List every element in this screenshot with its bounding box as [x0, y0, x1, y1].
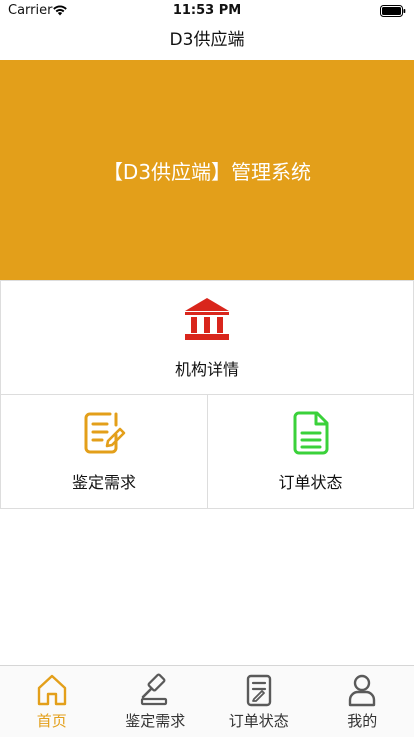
tab-appraisal[interactable]: 鉴定需求: [104, 666, 208, 737]
edit-note-icon: [82, 411, 126, 459]
tab-bar: 首页 鉴定需求 订单状态 我: [0, 665, 414, 737]
tab-order-status[interactable]: 订单状态: [207, 666, 311, 737]
user-icon: [345, 673, 379, 707]
appraisal-demand-button[interactable]: 鉴定需求: [0, 394, 208, 509]
status-bar: Carrier 11:53 PM: [0, 0, 414, 22]
tab-order-status-label: 订单状态: [229, 710, 289, 731]
tab-appraisal-label: 鉴定需求: [125, 710, 185, 731]
home-icon: [35, 673, 69, 707]
order-status-button[interactable]: 订单状态: [207, 394, 414, 509]
status-time: 11:53 PM: [0, 3, 414, 18]
nav-bar: D3供应端: [0, 22, 414, 60]
tab-mine[interactable]: 我的: [311, 666, 414, 737]
tab-home[interactable]: 首页: [0, 666, 104, 737]
document-icon: [289, 411, 333, 459]
institution-details-button[interactable]: 机构详情: [0, 280, 414, 395]
bank-icon: [184, 296, 230, 346]
tab-home-label: 首页: [37, 710, 67, 731]
institution-details-label: 机构详情: [175, 356, 239, 380]
gavel-icon: [138, 673, 172, 707]
clipboard-icon: [242, 673, 276, 707]
battery-icon: [380, 5, 406, 21]
banner: 【D3供应端】管理系统: [0, 60, 414, 280]
page-title: D3供应端: [170, 30, 245, 50]
banner-text: 【D3供应端】管理系统: [103, 156, 311, 185]
tab-mine-label: 我的: [347, 710, 377, 731]
order-status-label: 订单状态: [278, 469, 342, 493]
appraisal-demand-label: 鉴定需求: [72, 469, 136, 493]
